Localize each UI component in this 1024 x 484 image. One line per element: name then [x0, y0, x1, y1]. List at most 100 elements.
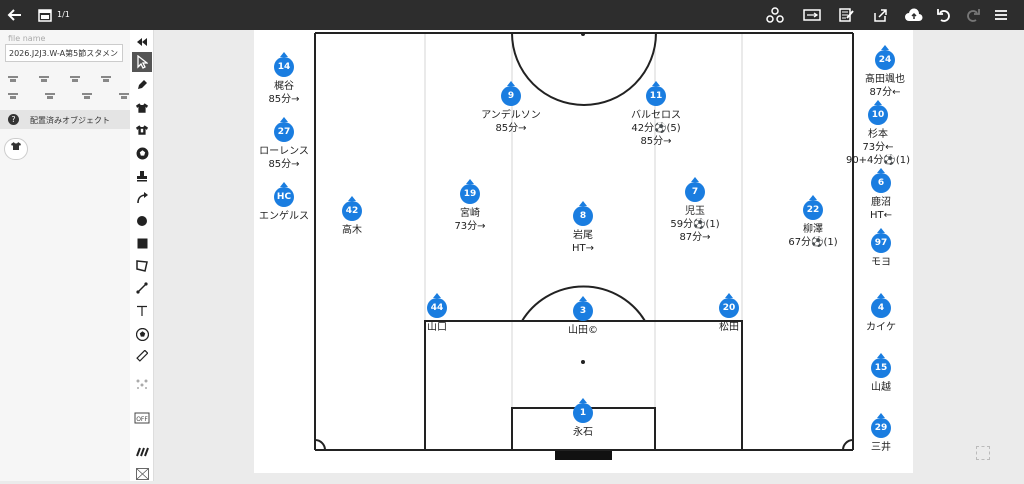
- ball-icon[interactable]: [132, 143, 152, 163]
- properties-panel: file name ? 配置済みオブジェクト: [0, 30, 142, 481]
- ruler-icon[interactable]: [132, 346, 152, 366]
- player-name: 梶谷: [274, 81, 294, 92]
- player-marker[interactable]: 19 宮崎 73分→: [420, 179, 520, 233]
- network-icon[interactable]: [764, 4, 786, 26]
- align-top-icon[interactable]: [101, 74, 112, 83]
- shirt-black-alt-icon[interactable]: [132, 120, 152, 140]
- undo-icon[interactable]: [933, 4, 955, 26]
- calendar-icon[interactable]: [34, 4, 56, 26]
- player-marker[interactable]: 11 バルセロス 42分⚽(5) 85分→: [606, 81, 706, 148]
- tool-palette: OFF: [130, 30, 154, 481]
- pitch-canvas[interactable]: 14 梶谷 85分→ 27 ローレンス 85分→ HC エンゲルス 42 高木 …: [254, 30, 913, 473]
- pen-icon[interactable]: [132, 75, 152, 95]
- arrow-left-icon[interactable]: [4, 4, 26, 26]
- player-note: 59分⚽(1): [670, 219, 720, 230]
- player-name: 山越: [871, 382, 891, 393]
- player-name: 山口: [427, 322, 447, 333]
- align-left-icon[interactable]: [8, 74, 19, 83]
- shirt-object-button[interactable]: [4, 138, 28, 160]
- swap-icon[interactable]: [801, 4, 823, 26]
- circle-icon[interactable]: [132, 211, 152, 231]
- player-name: 松田: [719, 322, 739, 333]
- polygon-icon[interactable]: [132, 256, 152, 276]
- player-number: 3: [573, 296, 593, 321]
- align-buttons-row: [8, 74, 143, 83]
- player-name: アンデルソン: [481, 110, 541, 121]
- off-toggle-icon[interactable]: OFF: [132, 408, 152, 428]
- align-center-icon[interactable]: [39, 74, 50, 83]
- player-number: 27: [274, 117, 294, 142]
- player-note: 85分→: [495, 123, 527, 134]
- player-number: 15: [871, 353, 891, 378]
- send-back-icon[interactable]: [119, 91, 130, 100]
- player-marker[interactable]: 24 髙田颯也 87分←: [835, 45, 935, 99]
- player-marker[interactable]: 6 鹿沼 HT←: [831, 168, 931, 222]
- cloud-upload-icon[interactable]: [903, 4, 925, 26]
- player-note: 85分→: [268, 94, 300, 105]
- svg-text:OFF: OFF: [136, 416, 148, 423]
- player-note: 42分⚽(5): [631, 123, 681, 134]
- player-note: 87分→: [679, 232, 711, 243]
- file-name-label: file name: [8, 34, 46, 43]
- grid-icon[interactable]: [132, 442, 152, 462]
- player-marker[interactable]: 97 モヨ: [831, 228, 931, 269]
- player-note: HT←: [869, 210, 892, 221]
- player-name: 髙田颯也: [865, 74, 905, 85]
- player-number: 42: [342, 196, 362, 221]
- menu-icon[interactable]: [990, 4, 1012, 26]
- edit-notes-icon[interactable]: [835, 4, 857, 26]
- shirt-black-icon[interactable]: [132, 98, 152, 118]
- help-icon[interactable]: ?: [8, 114, 19, 125]
- placed-objects-label: 配置済みオブジェクト: [30, 116, 110, 125]
- player-marker[interactable]: 8 岩尾 HT→: [533, 201, 633, 255]
- square-icon[interactable]: [132, 233, 152, 253]
- player-number: 14: [274, 52, 294, 77]
- player-number: HC: [274, 182, 294, 207]
- player-marker[interactable]: 4 カイケ: [831, 293, 931, 334]
- player-marker[interactable]: 27 ローレンス 85分→: [234, 117, 334, 171]
- player-note: 87分←: [869, 87, 901, 98]
- ball-alt-icon[interactable]: [132, 324, 152, 344]
- player-marker[interactable]: 10 杉本 73分← 90+4分⚽(1): [828, 100, 928, 167]
- player-number: 4: [871, 293, 891, 318]
- file-name-input[interactable]: [5, 44, 123, 62]
- player-marker[interactable]: 3 山田©: [533, 296, 633, 337]
- player-name: 山田©: [568, 325, 598, 336]
- player-marker[interactable]: 44 山口: [387, 293, 487, 334]
- player-name: 鹿沼: [871, 197, 891, 208]
- text-icon[interactable]: [132, 301, 152, 321]
- player-marker[interactable]: 7 児玉 59分⚽(1) 87分→: [645, 177, 745, 244]
- pattern-icon[interactable]: [132, 464, 152, 484]
- distribute-vertical-icon[interactable]: [45, 91, 56, 100]
- player-name: モヨ: [871, 257, 891, 268]
- player-marker[interactable]: 14 梶谷 85分→: [234, 52, 334, 106]
- player-marker[interactable]: 20 松田: [679, 293, 779, 334]
- player-marker[interactable]: 1 永石: [533, 398, 633, 439]
- distribute-buttons-row: [8, 91, 130, 100]
- align-right-icon[interactable]: [70, 74, 81, 83]
- player-marker[interactable]: 42 高木: [302, 196, 402, 237]
- select-pointer-icon[interactable]: [132, 52, 152, 72]
- player-number: 6: [871, 168, 891, 193]
- player-name: 永石: [573, 427, 593, 438]
- stamp-icon[interactable]: [132, 166, 152, 186]
- player-name: 児玉: [685, 206, 705, 217]
- placed-objects-header[interactable]: ? 配置済みオブジェクト: [0, 110, 130, 129]
- fit-screen-icon[interactable]: [976, 446, 990, 460]
- player-note: 85分→: [268, 159, 300, 170]
- redo-icon[interactable]: [962, 4, 984, 26]
- line-icon[interactable]: [132, 278, 152, 298]
- player-number: 11: [646, 81, 666, 106]
- formation-icon[interactable]: [132, 374, 152, 394]
- player-marker[interactable]: 29 三井: [831, 413, 931, 454]
- player-number: 24: [875, 45, 895, 70]
- collapse-icon[interactable]: [132, 32, 152, 52]
- distribute-horizontal-icon[interactable]: [8, 91, 19, 100]
- bring-front-icon[interactable]: [82, 91, 93, 100]
- curve-arrow-icon[interactable]: [132, 188, 152, 208]
- player-name: 宮崎: [460, 208, 480, 219]
- player-number: 20: [719, 293, 739, 318]
- share-icon[interactable]: [869, 4, 891, 26]
- player-marker[interactable]: 15 山越: [831, 353, 931, 394]
- player-marker[interactable]: 9 アンデルソン 85分→: [461, 81, 561, 135]
